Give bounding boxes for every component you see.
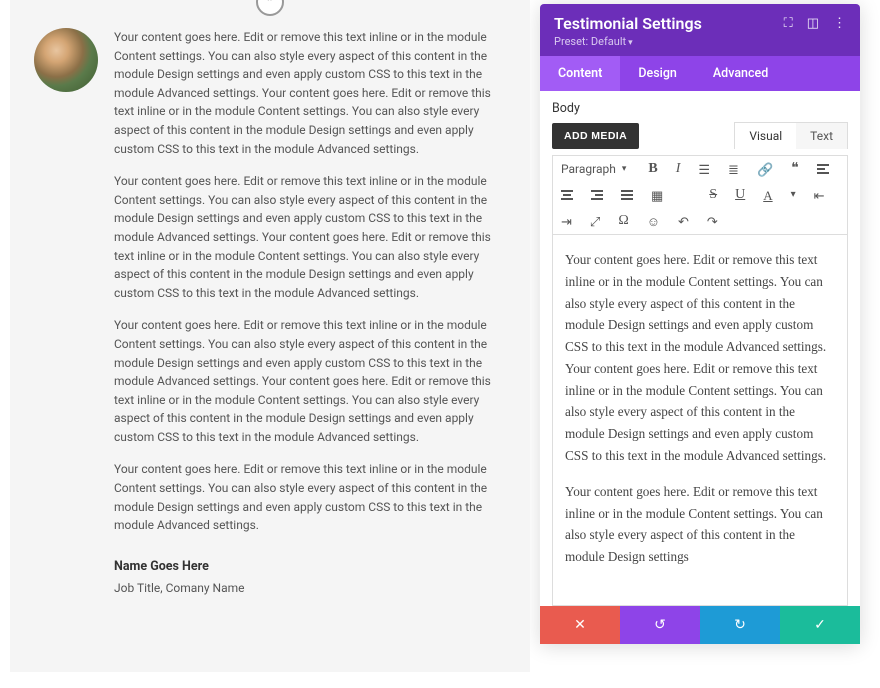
underline-icon[interactable]: U <box>735 188 745 202</box>
format-select-label: Paragraph <box>561 162 616 176</box>
editor-toolbar: Paragraph ▾ B I ☰ ≣ 🔗 ❝ ▦ S U A ▾ ⇤ ⇥ ⤢ <box>552 155 848 234</box>
text-color-icon[interactable]: A <box>763 189 772 202</box>
outdent-icon[interactable]: ⇤ <box>814 189 825 202</box>
editor-textarea[interactable]: Your content goes here. Edit or remove t… <box>552 234 848 606</box>
panel-body: Body ADD MEDIA Visual Text Paragraph ▾ B… <box>540 91 860 606</box>
editor-paragraph[interactable]: Your content goes here. Edit or remove t… <box>565 249 835 467</box>
panel-tabs: Content Design Advanced <box>540 56 860 91</box>
link-icon[interactable]: 🔗 <box>757 163 773 176</box>
redo-icon[interactable]: ↷ <box>707 215 718 228</box>
special-char-icon[interactable]: Ω <box>618 214 628 228</box>
undo-button[interactable]: ↺ <box>620 606 700 644</box>
number-list-icon[interactable]: ≣ <box>728 163 739 176</box>
tab-content[interactable]: Content <box>540 56 620 91</box>
align-left-icon[interactable] <box>817 164 829 174</box>
editor-tab-visual[interactable]: Visual <box>735 123 796 149</box>
strikethrough-icon[interactable]: S <box>709 188 717 202</box>
more-icon[interactable]: ⋮ <box>833 16 846 31</box>
snap-icon[interactable]: ◫ <box>807 16 819 31</box>
cancel-button[interactable]: ✕ <box>540 606 620 644</box>
indent-icon[interactable]: ⇥ <box>561 215 572 228</box>
action-bar: ✕ ↺ ↻ ✓ <box>540 606 860 644</box>
panel-title: Testimonial Settings <box>554 14 702 33</box>
align-right-icon[interactable] <box>591 190 603 200</box>
expand-icon[interactable]: ⛶ <box>784 16 793 31</box>
chevron-down-icon[interactable]: ▾ <box>791 190 796 200</box>
align-justify-icon[interactable] <box>621 190 633 200</box>
quote-icon: ” <box>256 0 284 16</box>
author-name: Name Goes Here <box>114 557 506 576</box>
preset-label: Preset: Default <box>554 35 626 48</box>
avatar <box>34 28 98 92</box>
editor-paragraph[interactable]: Your content goes here. Edit or remove t… <box>565 481 835 568</box>
fullscreen-icon[interactable]: ⤢ <box>590 215 600 228</box>
author-job: Job Title, Comany Name <box>114 579 506 598</box>
table-icon[interactable]: ▦ <box>651 189 663 202</box>
add-media-button[interactable]: ADD MEDIA <box>552 123 639 149</box>
redo-button[interactable]: ↻ <box>700 606 780 644</box>
testimonial-para[interactable]: Your content goes here. Edit or remove t… <box>114 172 506 302</box>
emoji-icon[interactable]: ☺ <box>647 215 660 228</box>
save-button[interactable]: ✓ <box>780 606 860 644</box>
chevron-down-icon: ▾ <box>628 38 633 48</box>
bullet-list-icon[interactable]: ☰ <box>698 163 710 176</box>
align-center-icon[interactable] <box>561 190 573 200</box>
editor-tab-text[interactable]: Text <box>796 123 847 149</box>
italic-icon[interactable]: I <box>676 162 681 176</box>
undo-icon[interactable]: ↶ <box>678 215 689 228</box>
testimonial-para[interactable]: Your content goes here. Edit or remove t… <box>114 316 506 446</box>
format-select[interactable]: Paragraph ▾ <box>561 162 630 176</box>
panel-header[interactable]: Testimonial Settings ⛶ ◫ ⋮ Preset: Defau… <box>540 4 860 56</box>
tab-advanced[interactable]: Advanced <box>695 56 786 91</box>
tab-design[interactable]: Design <box>620 56 695 91</box>
settings-panel: Testimonial Settings ⛶ ◫ ⋮ Preset: Defau… <box>540 4 860 644</box>
testimonial-para[interactable]: Your content goes here. Edit or remove t… <box>114 460 506 534</box>
bold-icon[interactable]: B <box>648 162 657 176</box>
editor-mode-tabs: Visual Text <box>734 122 848 149</box>
chevron-down-icon: ▾ <box>622 164 627 174</box>
body-label: Body <box>552 101 848 116</box>
testimonial-text[interactable]: Your content goes here. Edit or remove t… <box>114 28 506 598</box>
testimonial-preview: ” Your content goes here. Edit or remove… <box>10 0 530 672</box>
testimonial-para[interactable]: Your content goes here. Edit or remove t… <box>114 28 506 158</box>
blockquote-icon[interactable]: ❝ <box>791 162 799 176</box>
preset-select[interactable]: Preset: Default▾ <box>554 35 846 48</box>
